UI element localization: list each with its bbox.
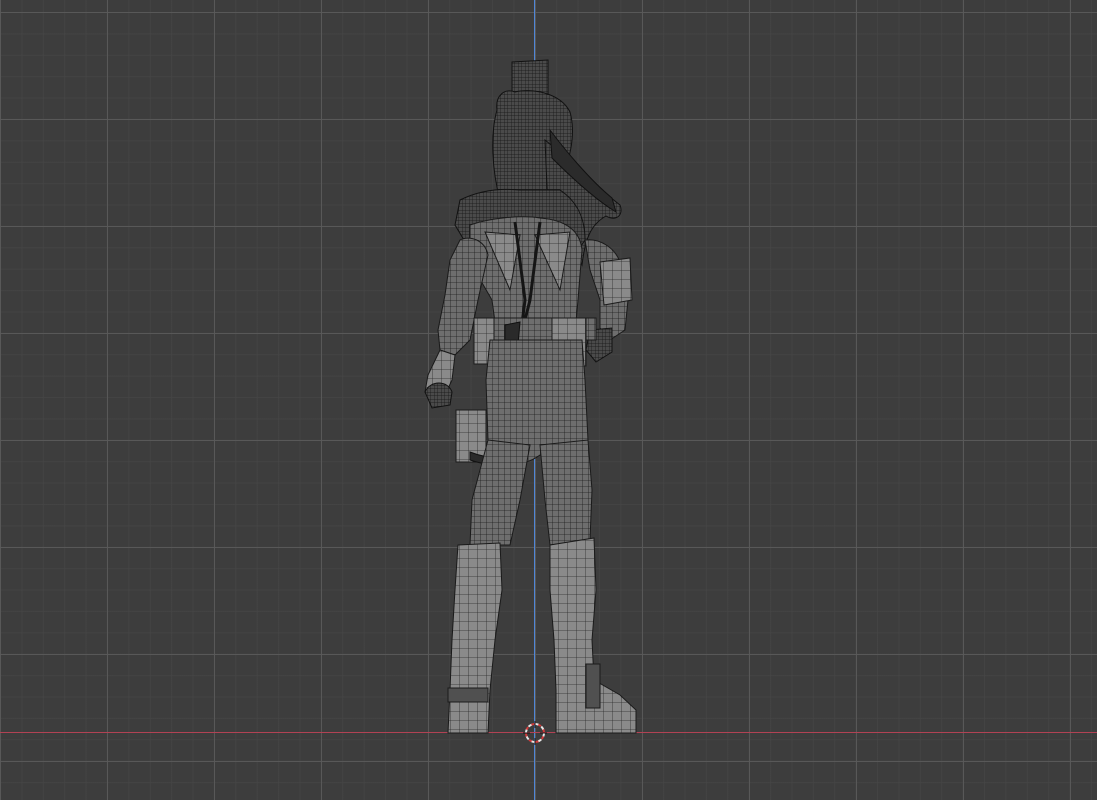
right-boot-mesh xyxy=(549,537,637,734)
3d-viewport[interactable] xyxy=(0,0,1097,800)
character-mesh-wireframe[interactable] xyxy=(0,0,1097,800)
left-boot-mesh xyxy=(447,542,503,734)
3d-cursor-icon[interactable] xyxy=(523,721,547,745)
right-leg-mesh xyxy=(539,439,593,546)
right-arm-mesh xyxy=(584,239,633,363)
